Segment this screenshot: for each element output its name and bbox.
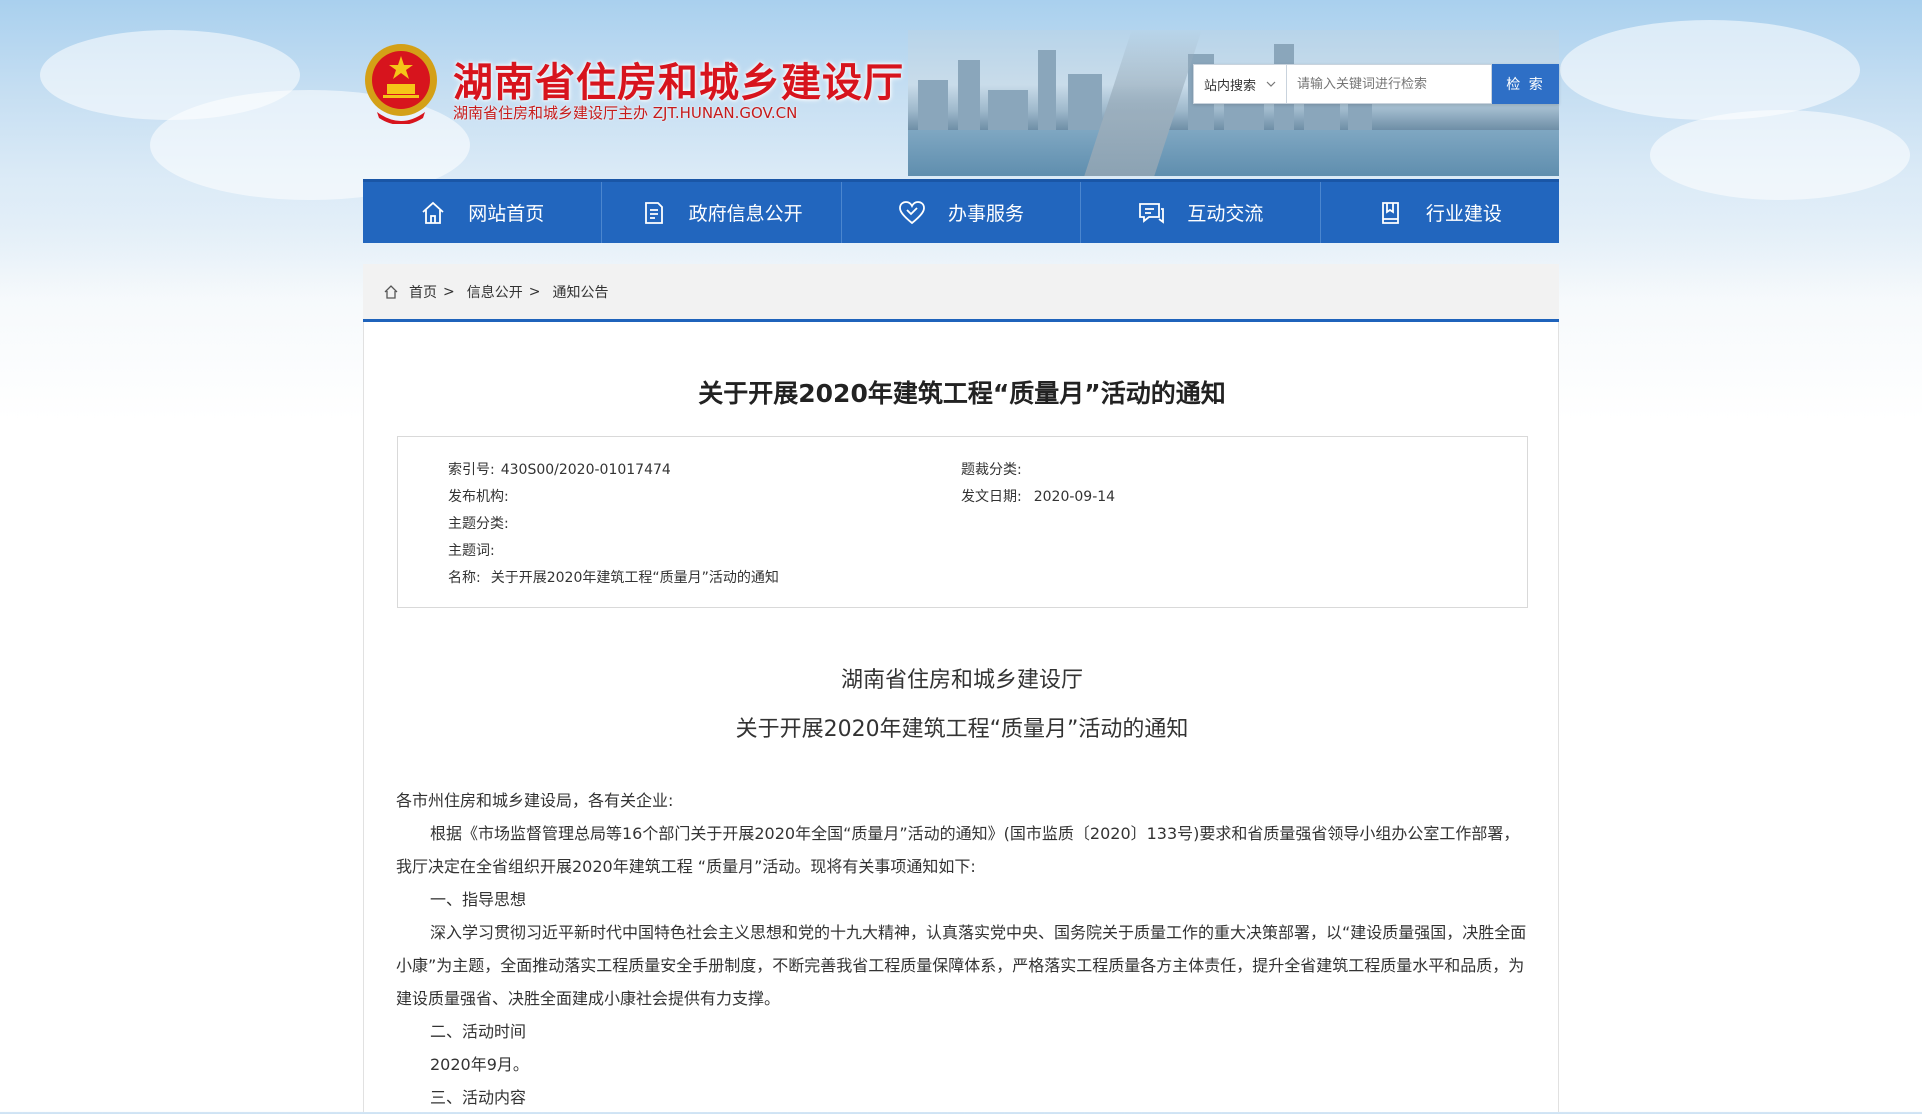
meta-date: 发文日期: 2020-09-14 (961, 486, 1115, 506)
nav-label: 行业建设 (1425, 203, 1502, 225)
breadcrumb-separator: > (443, 283, 455, 300)
document-icon (644, 201, 663, 224)
meta-index: 索引号: 430S00/2020-01017474 (448, 459, 671, 479)
nav-item-gov-info[interactable]: 政府信息公开 (602, 182, 842, 243)
section-heading: 一、指导思想 (430, 890, 527, 909)
breadcrumb: 首页 > 信息公开 > 通知公告 (363, 264, 1559, 322)
paragraph: 根据《市场监督管理总局等16个部门关于开展2020年全国“质量月”活动的通知》(… (396, 824, 1520, 876)
search-scope-label: 站内搜索 (1204, 78, 1257, 94)
nav-label: 办事服务 (948, 203, 1025, 225)
breadcrumb-home[interactable]: 首页 (409, 282, 437, 302)
site-search: 站内搜索 检 索 (1193, 64, 1559, 104)
site-subtitle: 湖南省住房和城乡建设厅主办 ZJT.HUNAN.GOV.CN (453, 104, 798, 122)
search-button[interactable]: 检 索 (1492, 64, 1559, 104)
salutation: 各市州住房和城乡建设局，各有关企业: (396, 791, 674, 810)
body-title-subject: 关于开展2020年建筑工程“质量月”活动的通知 (735, 717, 1189, 742)
cloud-decoration (1650, 110, 1910, 200)
breadcrumb-separator: > (528, 283, 541, 300)
article-title: 关于开展2020年建筑工程“质量月”活动的通知 (698, 379, 1226, 408)
nav-label: 互动交流 (1187, 203, 1264, 225)
home-icon (384, 284, 398, 299)
paragraph: 深入学习贯彻习近平新时代中国特色社会主义思想和党的十九大精神，认真落实党中央、国… (396, 923, 1527, 1008)
home-icon (422, 201, 444, 224)
section-heading: 三、活动内容 (430, 1088, 527, 1107)
meta-label: 主题词: (448, 543, 495, 559)
heart-icon (899, 200, 925, 224)
meta-label: 主题分类: (448, 516, 509, 532)
article-panel: 关于开展2020年建筑工程“质量月”活动的通知 索引号: 430S00/2020-… (363, 322, 1559, 1112)
cloud-decoration (1560, 20, 1860, 120)
meta-keyword: 主题词: (448, 540, 501, 560)
breadcrumb-info-public[interactable]: 信息公开 (467, 282, 523, 302)
meta-value: 430S00/2020-01017474 (500, 462, 671, 478)
search-scope-select[interactable]: 站内搜索 (1193, 64, 1287, 104)
nav-item-services[interactable]: 办事服务 (842, 182, 1082, 243)
nav-item-home[interactable]: 网站首页 (363, 182, 603, 243)
meta-name: 名称: 关于开展2020年建筑工程“质量月”活动的通知 (448, 567, 779, 587)
site-header: 湖南省住房和城乡建设厅 湖南省住房和城乡建设厅主办 ZJT.HUNAN.GOV.… (363, 30, 1559, 176)
meta-value: 关于开展2020年建筑工程“质量月”活动的通知 (490, 570, 779, 586)
meta-genre: 题裁分类: (961, 459, 1028, 479)
paragraph: 2020年9月。 (430, 1055, 529, 1074)
meta-value: 2020-09-14 (1033, 489, 1116, 505)
meta-label: 发文日期: (961, 489, 1022, 505)
meta-label: 发布机构: (448, 489, 509, 505)
book-icon (1381, 201, 1399, 224)
nav-label: 政府信息公开 (688, 203, 803, 225)
breadcrumb-notices[interactable]: 通知公告 (552, 282, 608, 302)
nav-item-interaction[interactable]: 互动交流 (1081, 182, 1321, 243)
article-meta-box: 索引号: 430S00/2020-01017474 题裁分类: 发布机构: 发文日… (397, 436, 1528, 608)
meta-label: 题裁分类: (961, 462, 1022, 478)
meta-label: 名称: (448, 570, 481, 586)
meta-label: 索引号: (448, 462, 495, 478)
site-title: 湖南省住房和城乡建设厅 (453, 60, 904, 106)
chat-icon (1139, 202, 1165, 224)
section-heading: 二、活动时间 (430, 1022, 527, 1041)
search-input[interactable] (1287, 64, 1492, 104)
national-emblem-icon (365, 44, 437, 124)
meta-publisher: 发布机构: (448, 486, 515, 506)
meta-topic: 主题分类: (448, 513, 515, 533)
nav-label: 网站首页 (468, 203, 545, 225)
body-title-issuer: 湖南省住房和城乡建设厅 (840, 668, 1083, 693)
chevron-down-icon (1266, 81, 1276, 87)
nav-item-industry[interactable]: 行业建设 (1321, 182, 1559, 243)
main-nav: 网站首页 政府信息公开 办事服务 互动交流 行业建设 (363, 179, 1559, 243)
